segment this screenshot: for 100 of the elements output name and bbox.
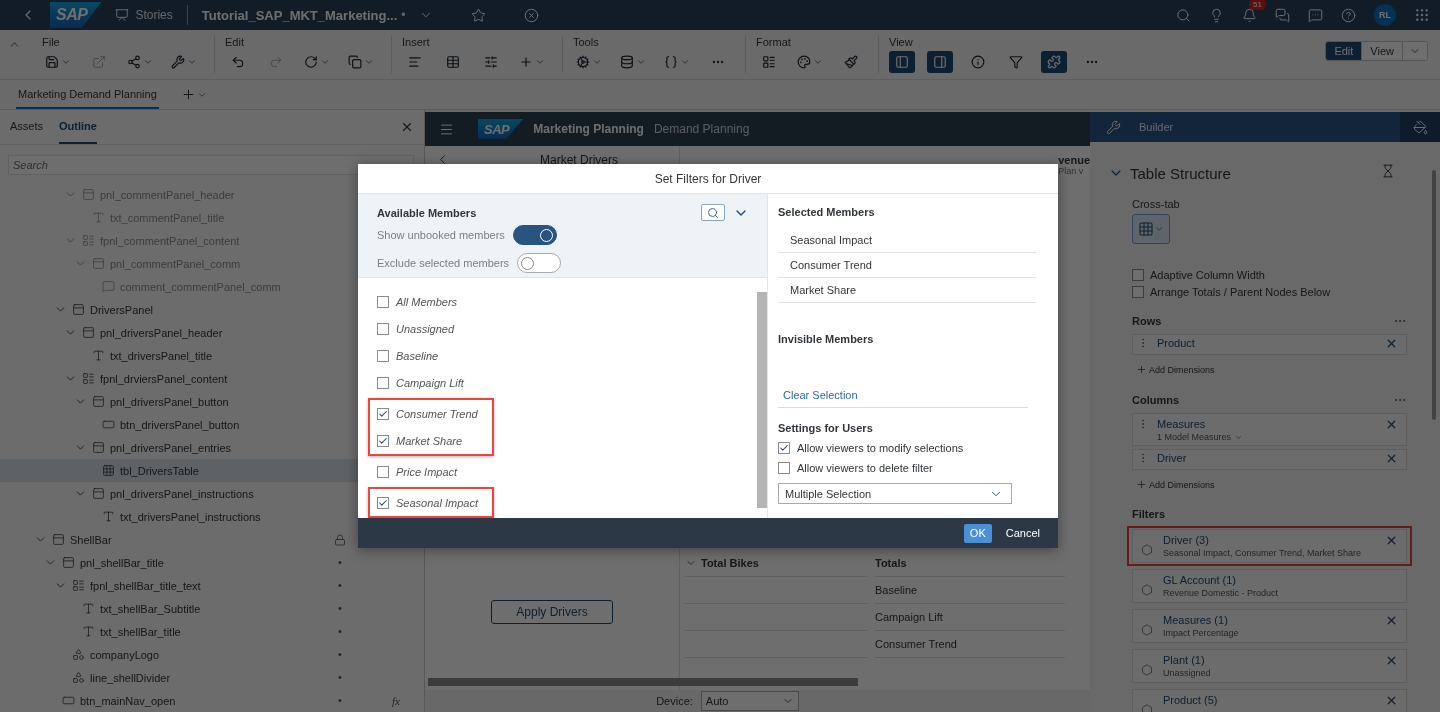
selected-member[interactable]: Consumer Trend — [778, 253, 1036, 278]
panel-title: Builder — [1139, 121, 1174, 133]
checkbox[interactable] — [377, 376, 389, 389]
device-dropdown[interactable]: Auto — [700, 691, 799, 711]
hexagon-icon — [1141, 544, 1153, 556]
user-avatar[interactable]: RL — [1374, 4, 1396, 26]
clear-selection-link[interactable]: Clear Selection — [783, 389, 858, 401]
bell-icon[interactable] — [1242, 7, 1257, 23]
checkbox[interactable] — [1132, 285, 1144, 298]
panel-tab[interactable]: Outline — [59, 110, 97, 144]
app-grid-icon[interactable] — [1414, 7, 1430, 23]
menu-icon[interactable] — [439, 121, 454, 137]
section-label[interactable]: Stories — [135, 8, 173, 22]
grid-icon — [102, 464, 115, 477]
search-field[interactable]: Search — [8, 155, 414, 175]
mode-button[interactable]: Edit — [1326, 41, 1363, 60]
scrollbar[interactable] — [757, 292, 767, 508]
filter-chip[interactable]: Product (5) — [1132, 689, 1407, 712]
tree-item[interactable]: btn_mainNav_open • fx — [0, 689, 424, 712]
star-icon[interactable] — [471, 7, 487, 23]
toolbar-button[interactable] — [927, 51, 953, 73]
filter-chip[interactable]: GL Account (1) Revenue Domestic - Product — [1132, 569, 1407, 603]
remove-icon[interactable] — [1385, 614, 1398, 627]
add-dimensions-link[interactable]: Add Dimensions — [1136, 479, 1215, 490]
hexagon-icon — [1141, 624, 1153, 636]
selected-member[interactable]: Market Share — [778, 278, 1036, 303]
checkbox[interactable] — [377, 407, 389, 420]
scrollbar[interactable] — [1432, 170, 1436, 420]
selection-mode-dropdown[interactable]: Multiple Selection — [778, 483, 1012, 504]
logo: SAP — [50, 2, 102, 28]
filter-chip[interactable]: Measures (1) Impact Percentage — [1132, 609, 1407, 643]
tree-item[interactable]: fpnl_shellBar_title_text • — [0, 574, 424, 597]
checkbox[interactable] — [377, 295, 389, 308]
tree-item[interactable]: txt_shellBar_title • — [0, 620, 424, 643]
comment-icon — [102, 280, 115, 293]
tree-item[interactable]: companyLogo • — [0, 643, 424, 666]
remove-icon[interactable] — [1385, 654, 1398, 667]
remove-icon[interactable] — [1385, 418, 1398, 431]
filter-chip[interactable]: Driver (3) Seasonal Impact, Consumer Trend, Market Share — [1132, 529, 1407, 563]
cancel-button[interactable]: Cancel — [999, 523, 1046, 543]
column-header: Totals — [875, 550, 1065, 577]
app-subtitle: Demand Planning — [653, 122, 750, 136]
checkbox[interactable] — [778, 442, 790, 454]
hexagon-icon — [1141, 584, 1153, 596]
remove-icon[interactable] — [1385, 534, 1398, 547]
search-button[interactable] — [701, 204, 725, 221]
panel-tab[interactable]: Assets — [10, 110, 43, 144]
status-marker: • — [338, 672, 342, 683]
member-label: All Members — [396, 295, 458, 308]
tree-item[interactable]: txt_shellBar_Subtitle • — [0, 597, 424, 620]
tree-item[interactable]: line_shellDivider • — [0, 666, 424, 689]
tree-item[interactable]: ShellBar — [0, 528, 424, 551]
toolbar-button[interactable] — [1041, 51, 1067, 73]
checkbox[interactable] — [778, 462, 790, 474]
checkbox[interactable] — [377, 322, 389, 335]
styling-tab[interactable] — [1400, 112, 1440, 142]
feedback-icon[interactable] — [1308, 7, 1323, 23]
apply-button[interactable]: Apply Drivers — [491, 600, 613, 624]
scrollbar[interactable] — [428, 678, 858, 686]
checkbox[interactable] — [377, 434, 389, 447]
tree-item[interactable]: pnl_shellBar_title • — [0, 551, 424, 574]
panel-icon — [72, 303, 85, 316]
toolbar-button[interactable] — [889, 51, 915, 73]
close-icon[interactable] — [524, 7, 540, 23]
remove-icon[interactable] — [1385, 694, 1398, 707]
caret-icon — [1154, 224, 1164, 234]
section-heading: Invisible Members — [778, 333, 875, 345]
dimension-chip[interactable]: Product — [1132, 334, 1407, 355]
filter-name: Product (5) — [1163, 694, 1219, 706]
checkbox[interactable] — [377, 496, 389, 509]
caret-icon — [680, 57, 690, 67]
table-cell: Campaign Lift — [875, 604, 1065, 631]
dimension-chip[interactable]: Measures 1 Model Measures — [1132, 413, 1407, 446]
button-shape-icon — [102, 418, 115, 431]
ok-button[interactable]: OK — [963, 523, 992, 543]
checkbox[interactable] — [377, 465, 389, 478]
selected-member[interactable]: Seasonal Impact — [778, 228, 1036, 253]
help-icon[interactable] — [1341, 7, 1356, 23]
checkbox[interactable] — [1132, 268, 1144, 281]
dimension-detail[interactable]: 1 Model Measures — [1157, 432, 1377, 442]
status-marker: • — [338, 580, 342, 591]
add-dimensions-link[interactable]: Add Dimensions — [1136, 364, 1215, 375]
table-type-dropdown[interactable] — [1132, 214, 1170, 244]
lightbulb-icon[interactable] — [1209, 7, 1224, 23]
wrench-icon — [1106, 119, 1121, 135]
hourglass-icon[interactable] — [1381, 164, 1395, 178]
section-title: Table Structure — [1130, 164, 1231, 182]
chat-icon[interactable] — [1275, 7, 1290, 23]
checkbox[interactable] — [377, 349, 389, 362]
checkbox-label: Allow viewers to modify selections — [797, 442, 964, 454]
device-label: Device: — [656, 695, 693, 707]
toggle-switch[interactable] — [512, 225, 557, 245]
mode-dropdown-button[interactable] — [1403, 41, 1427, 60]
panel-icon — [92, 487, 105, 500]
toggle-switch[interactable] — [517, 253, 562, 273]
search-icon[interactable] — [1176, 7, 1191, 23]
filter-chip[interactable]: Plant (1) Unassigned — [1132, 649, 1407, 683]
filter-name: Driver (3) — [1163, 534, 1210, 546]
dimension-chip[interactable]: Driver — [1132, 449, 1407, 470]
mode-button[interactable]: View — [1362, 41, 1403, 60]
